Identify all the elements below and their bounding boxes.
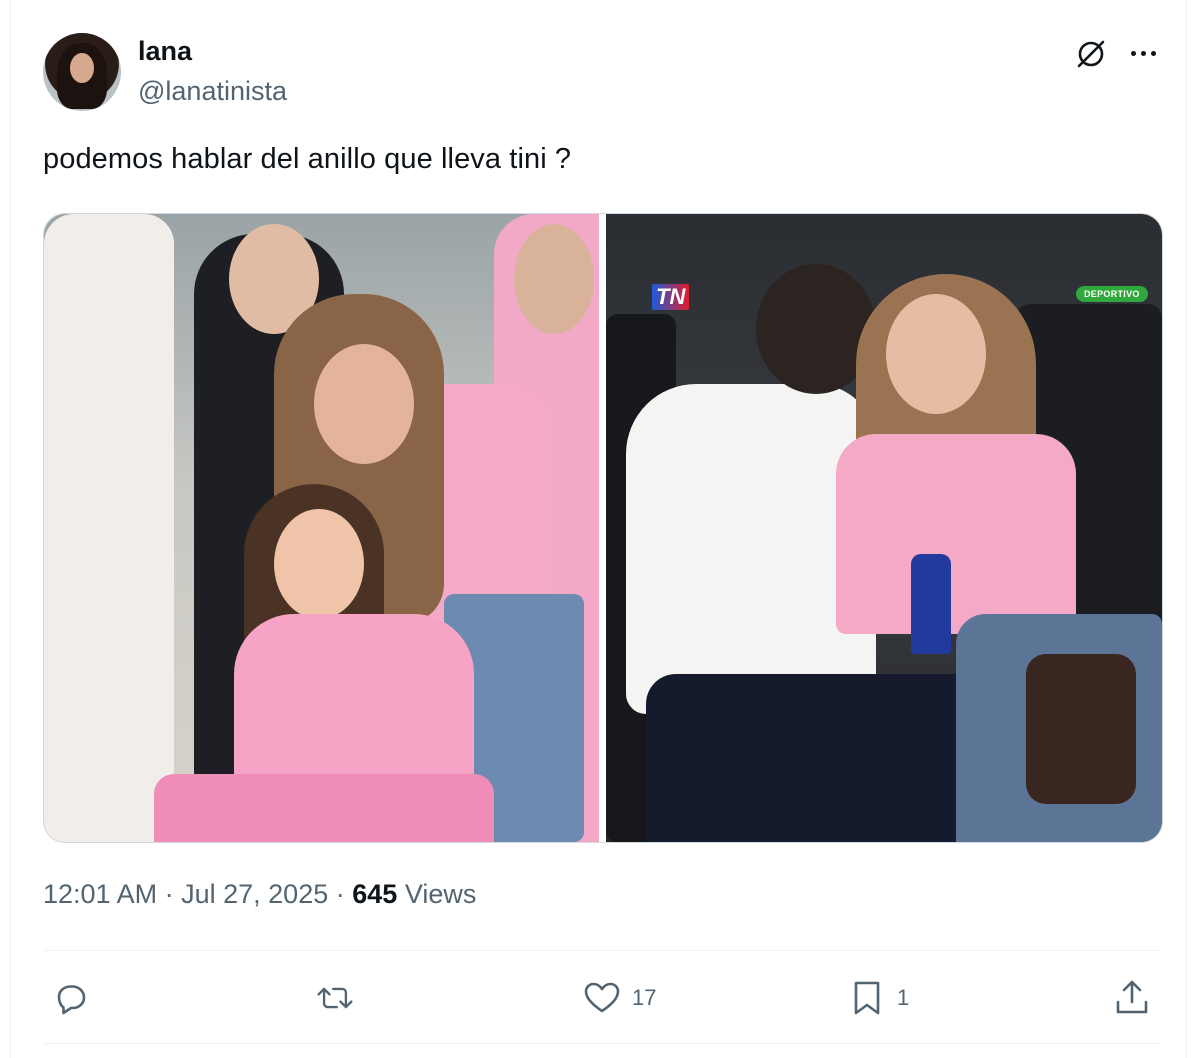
author-avatar[interactable] bbox=[43, 33, 121, 111]
retweet-button[interactable] bbox=[315, 978, 355, 1018]
bookmark-count: 1 bbox=[897, 985, 910, 1010]
heart-icon bbox=[584, 982, 620, 1013]
person-shape bbox=[274, 509, 364, 619]
more-dot bbox=[1150, 50, 1156, 56]
media-photo-right[interactable]: TN DEPORTIVO bbox=[606, 214, 1162, 842]
bookmark-button[interactable]: 1 bbox=[847, 978, 909, 1018]
retweet-icon bbox=[317, 987, 353, 1009]
avatar-face-shape bbox=[70, 53, 94, 83]
tweet-time[interactable]: 12:01 AM bbox=[43, 879, 157, 909]
meta-separator: · bbox=[335, 879, 345, 909]
author-display-name[interactable]: lana bbox=[138, 36, 192, 67]
views-count: 645 bbox=[352, 879, 398, 909]
person-shape bbox=[886, 294, 986, 414]
like-count: 17 bbox=[632, 985, 657, 1010]
person-shape bbox=[314, 344, 414, 464]
media-photo-left[interactable] bbox=[44, 214, 599, 842]
author-handle[interactable]: @lanatinista bbox=[138, 76, 287, 107]
tweet-date[interactable]: Jul 27, 2025 bbox=[181, 879, 328, 909]
share-button[interactable] bbox=[1112, 978, 1152, 1018]
deportivo-badge: DEPORTIVO bbox=[1076, 286, 1148, 302]
person-shape bbox=[154, 774, 494, 842]
boot-shape bbox=[1026, 654, 1136, 804]
bottle-shape bbox=[911, 554, 951, 654]
background-person bbox=[514, 224, 594, 334]
divider bbox=[43, 1043, 1161, 1044]
reply-button[interactable] bbox=[51, 978, 91, 1018]
like-button[interactable]: 17 bbox=[582, 978, 656, 1018]
more-dot bbox=[1130, 50, 1136, 56]
tweet-text: podemos hablar del anillo que lleva tini… bbox=[43, 143, 572, 175]
person-shape bbox=[836, 434, 1076, 634]
share-icon bbox=[1116, 980, 1148, 1014]
grok-icon[interactable] bbox=[1074, 37, 1108, 71]
tn-logo: TN bbox=[652, 284, 690, 310]
more-icon[interactable] bbox=[1125, 38, 1161, 68]
bookmark-icon bbox=[854, 981, 880, 1015]
tweet-meta: 12:01 AM · Jul 27, 2025 · 645 Views bbox=[43, 879, 476, 910]
background-person bbox=[44, 214, 174, 842]
meta-separator: · bbox=[164, 879, 174, 909]
more-dot bbox=[1140, 50, 1146, 56]
reply-icon bbox=[57, 985, 86, 1015]
tweet-media[interactable]: TN DEPORTIVO bbox=[43, 213, 1163, 843]
divider bbox=[43, 950, 1161, 951]
views-label: Views bbox=[404, 879, 477, 909]
person-shape bbox=[646, 674, 1006, 842]
